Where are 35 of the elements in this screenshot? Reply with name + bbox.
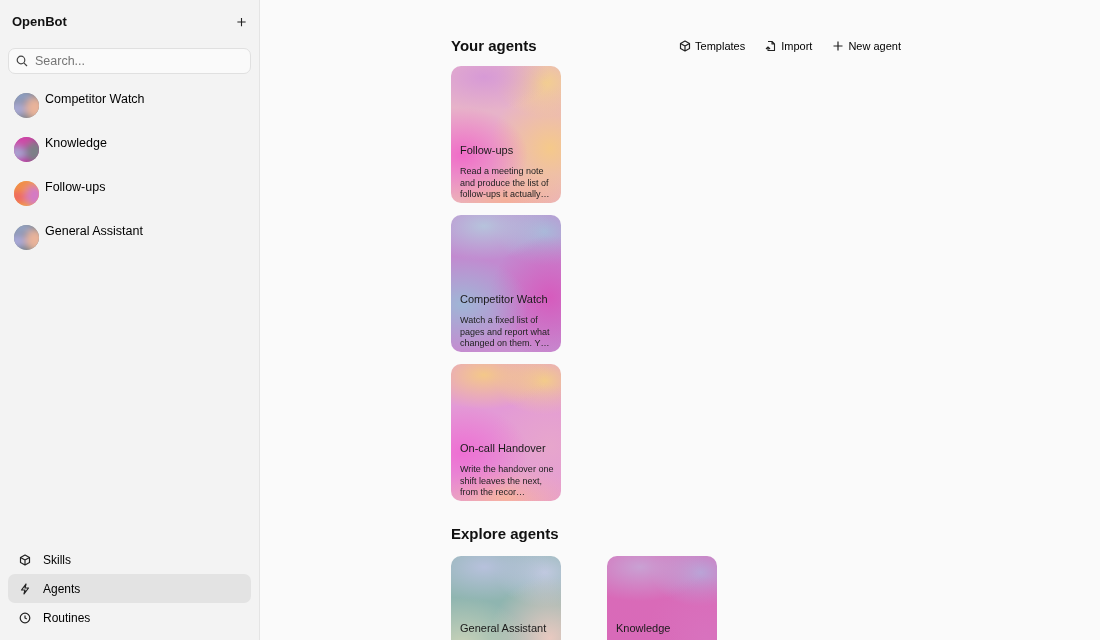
clock-icon [19, 611, 31, 624]
add-button[interactable] [236, 15, 247, 28]
agent-card[interactable]: On-call Handover Write the handover one shift leaves the next, from the recor… [451, 363, 561, 501]
nav-item[interactable]: Routines [8, 603, 251, 632]
plus-icon [236, 15, 247, 28]
agent-item[interactable]: Knowledge [8, 133, 251, 162]
search-field[interactable]: Search... [8, 47, 251, 74]
app-title: OpenBot [12, 13, 67, 31]
section-heading: Explore agents [451, 524, 559, 542]
card-title: General Assistant [460, 621, 548, 636]
section-heading: Your agents [451, 36, 537, 56]
agent-card[interactable]: Follow-ups Read a meeting note and produce the list of follow-ups it actually… [451, 65, 561, 203]
agent-card[interactable]: Competitor Watch Watch a fixed list of pages and report what changed on them. Y… [451, 214, 561, 352]
card-description: Write the handover one shift leaves the next, from the recor… [460, 464, 554, 499]
card-title: On-call Handover [460, 440, 547, 456]
agent-item[interactable]: General Assistant [8, 221, 251, 250]
document-icon [765, 40, 778, 53]
action-button[interactable]: Templates [679, 38, 746, 55]
card-description: Read a meeting note and produce the list of follow-ups it actually… [460, 166, 551, 201]
action-button[interactable]: New agent [832, 38, 901, 55]
card-title: Competitor Watch [460, 291, 549, 307]
lightning-icon [19, 582, 31, 595]
nav-item[interactable]: Agents [8, 574, 251, 603]
card-title: Follow-ups [460, 142, 515, 158]
agent-item[interactable]: Follow-ups [8, 177, 251, 206]
card-description: Watch a fixed list of pages and report what changed on them. Y… [460, 315, 551, 350]
action-button[interactable]: Import [765, 38, 813, 55]
plus-icon [832, 40, 845, 53]
agent-card[interactable]: Knowledge [607, 556, 717, 640]
agent-card[interactable]: General Assistant [451, 556, 561, 640]
cube-icon [679, 40, 692, 53]
cube-icon [19, 553, 31, 566]
nav-item[interactable]: Skills [8, 545, 251, 574]
agent-item[interactable]: Competitor Watch [8, 89, 251, 118]
card-title: Knowledge [616, 621, 672, 636]
